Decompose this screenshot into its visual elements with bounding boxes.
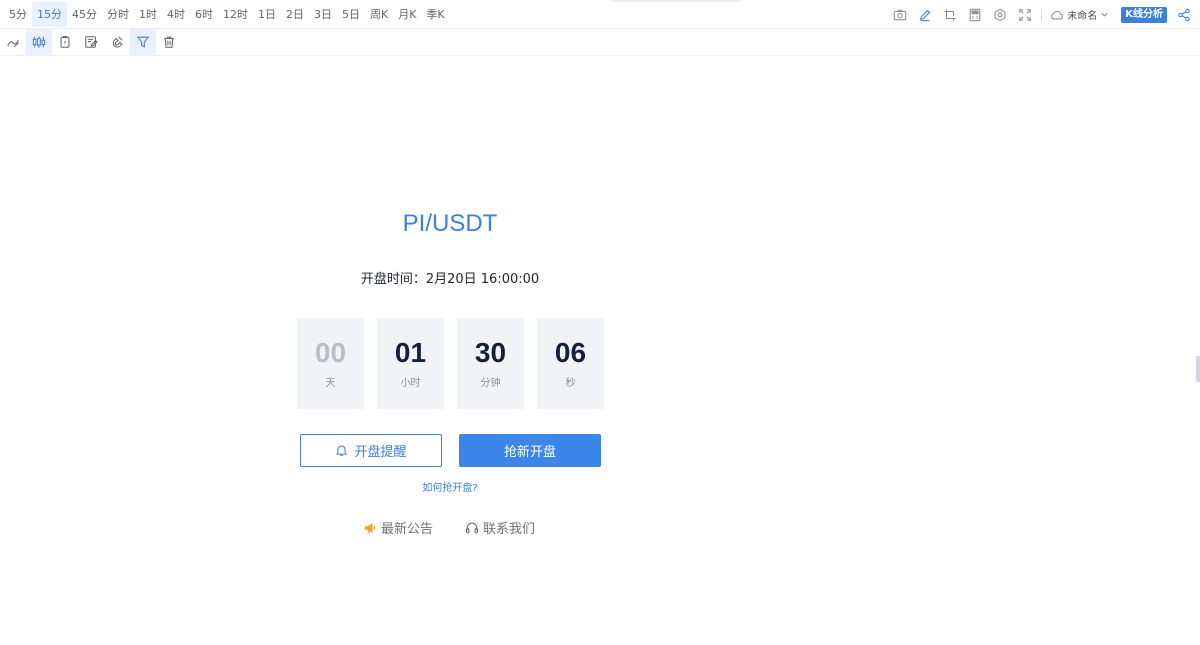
drawing-toolbar	[0, 29, 1200, 56]
layout-name: 未命名	[1067, 11, 1098, 22]
crop-icon[interactable]	[938, 3, 962, 27]
interval-week[interactable]: 周K	[365, 2, 393, 27]
countdown: 00 天 01 小时 30 分钟 06 秒	[297, 318, 604, 409]
interval-1h[interactable]: 1时	[134, 2, 162, 27]
countdown-hours-value: 01	[394, 337, 427, 368]
countdown-minutes: 30 分钟	[457, 318, 524, 409]
countdown-seconds-value: 06	[554, 337, 587, 368]
how-to-grab-link[interactable]: 如何抢开盘?	[0, 479, 900, 494]
listing-actions: 开盘提醒 抢新开盘	[300, 434, 601, 467]
contact-label: 联系我们	[483, 522, 536, 537]
interval-45m[interactable]: 45分	[67, 2, 102, 27]
listing-panel: PI/USDT 开盘时间：2月20日 16:00:00 00 天 01 小时 3…	[0, 56, 900, 645]
interval-5d[interactable]: 5日	[337, 2, 365, 27]
note-edit-icon[interactable]	[78, 29, 104, 55]
interval-1d[interactable]: 1日	[253, 2, 281, 27]
interval-quarter[interactable]: 季K	[421, 2, 449, 27]
draw-line-icon[interactable]	[0, 29, 26, 55]
interval-selector: 5分 15分 45分 分时 1时 4时 6时 12时 1日 2日 3日 5日 周…	[0, 0, 450, 29]
pair-title: PI/USDT	[402, 210, 498, 237]
countdown-hours-unit: 小时	[400, 378, 421, 389]
camera-icon[interactable]	[888, 3, 912, 27]
open-reminder-label: 开盘提醒	[354, 445, 407, 460]
countdown-seconds-unit: 秒	[565, 378, 576, 389]
countdown-days-unit: 天	[325, 378, 336, 389]
toolbar-separator	[1041, 7, 1043, 22]
open-reminder-button[interactable]: 开盘提醒	[300, 434, 442, 467]
interval-month[interactable]: 月K	[393, 2, 421, 27]
interval-2d[interactable]: 2日	[281, 2, 309, 27]
countdown-days: 00 天	[297, 318, 364, 409]
interval-timeline[interactable]: 分时	[102, 2, 134, 27]
announcement-link[interactable]: 最新公告	[363, 518, 433, 537]
contact-link[interactable]: 联系我们	[465, 518, 535, 537]
cloud-icon	[1051, 10, 1064, 19]
interval-5m[interactable]: 5分	[4, 2, 32, 27]
magnet-icon[interactable]	[104, 29, 130, 55]
fullscreen-icon[interactable]	[1013, 3, 1037, 27]
headset-icon	[466, 522, 479, 533]
filter-icon[interactable]	[130, 29, 156, 55]
toolbar-divider	[612, 0, 740, 2]
chevron-down-icon	[1101, 12, 1108, 17]
interval-3d[interactable]: 3日	[309, 2, 337, 27]
countdown-hours: 01 小时	[377, 318, 444, 409]
interval-12h[interactable]: 12时	[218, 2, 253, 27]
clipboard-icon[interactable]	[52, 29, 78, 55]
pencil-icon[interactable]	[913, 3, 937, 27]
calculator-icon[interactable]	[963, 3, 987, 27]
megaphone-icon	[364, 522, 375, 533]
interval-6h[interactable]: 6时	[190, 2, 218, 27]
chart-actions: 未命名 K线分析	[887, 0, 1200, 29]
chart-toolbar: 5分 15分 45分 分时 1时 4时 6时 12时 1日 2日 3日 5日 周…	[0, 0, 1200, 29]
grab-listing-label: 抢新开盘	[503, 445, 556, 460]
countdown-minutes-unit: 分钟	[480, 378, 501, 389]
trash-icon[interactable]	[156, 29, 182, 55]
grab-listing-button[interactable]: 抢新开盘	[459, 434, 601, 467]
kline-analysis-button[interactable]: K线分析	[1121, 6, 1167, 23]
open-time: 开盘时间：2月20日 16:00:00	[360, 272, 540, 287]
side-panel-handle[interactable]	[1196, 356, 1200, 382]
layout-selector[interactable]: 未命名	[1046, 3, 1113, 27]
candlestick-icon[interactable]	[26, 29, 52, 55]
interval-4h[interactable]: 4时	[162, 2, 190, 27]
countdown-days-value: 00	[314, 337, 347, 368]
announcement-label: 最新公告	[381, 522, 434, 537]
settings-icon[interactable]	[988, 3, 1012, 27]
share-icon[interactable]	[1172, 3, 1196, 27]
footer-links: 最新公告 联系我们	[363, 518, 535, 537]
countdown-minutes-value: 30	[474, 337, 507, 368]
bell-icon	[336, 445, 348, 456]
countdown-seconds: 06 秒	[537, 318, 604, 409]
interval-15m[interactable]: 15分	[32, 1, 67, 27]
